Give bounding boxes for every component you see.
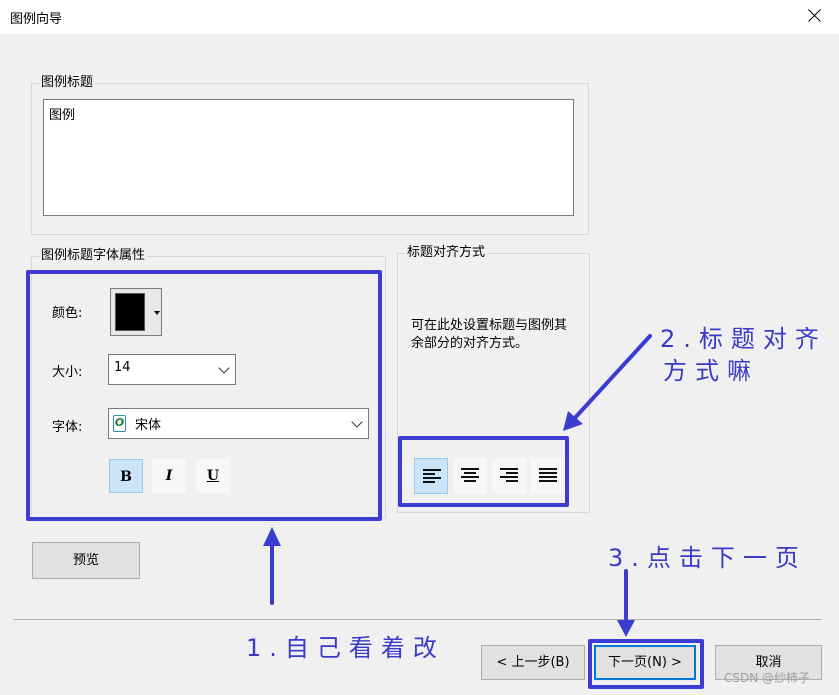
alignment-description: 可在此处设置标题与图例其余部分的对齐方式。 bbox=[411, 318, 568, 351]
watermark: CSDN @纱柿子 bbox=[724, 671, 811, 685]
highlight-next-button bbox=[588, 639, 704, 689]
highlight-alignment-buttons bbox=[398, 436, 569, 507]
window-title: 图例向导 bbox=[10, 12, 63, 27]
annotation-note-2-line2: 方式嘛 bbox=[663, 357, 759, 385]
arrowhead-down bbox=[617, 620, 635, 637]
annotation-note-3: 3.点击下一页 bbox=[608, 544, 807, 572]
arrowhead-up bbox=[263, 527, 281, 546]
highlight-font-props bbox=[26, 270, 382, 521]
close-icon[interactable] bbox=[801, 2, 829, 30]
title-bar: 图例向导 bbox=[0, 0, 839, 34]
font-props-group-label: 图例标题字体属性 bbox=[39, 248, 148, 264]
legend-title-input[interactable]: 图例 bbox=[43, 99, 574, 216]
footer-separator bbox=[14, 619, 822, 620]
annotation-note-1: 1.自己看着改 bbox=[246, 634, 445, 662]
legend-title-group-label: 图例标题 bbox=[39, 75, 96, 91]
annotation-note-2-line1: 2.标题对齐 bbox=[660, 325, 827, 353]
alignment-group-label: 标题对齐方式 bbox=[405, 245, 488, 261]
back-button[interactable]: < 上一步(B) bbox=[481, 645, 585, 680]
preview-button[interactable]: 预览 bbox=[32, 542, 140, 579]
